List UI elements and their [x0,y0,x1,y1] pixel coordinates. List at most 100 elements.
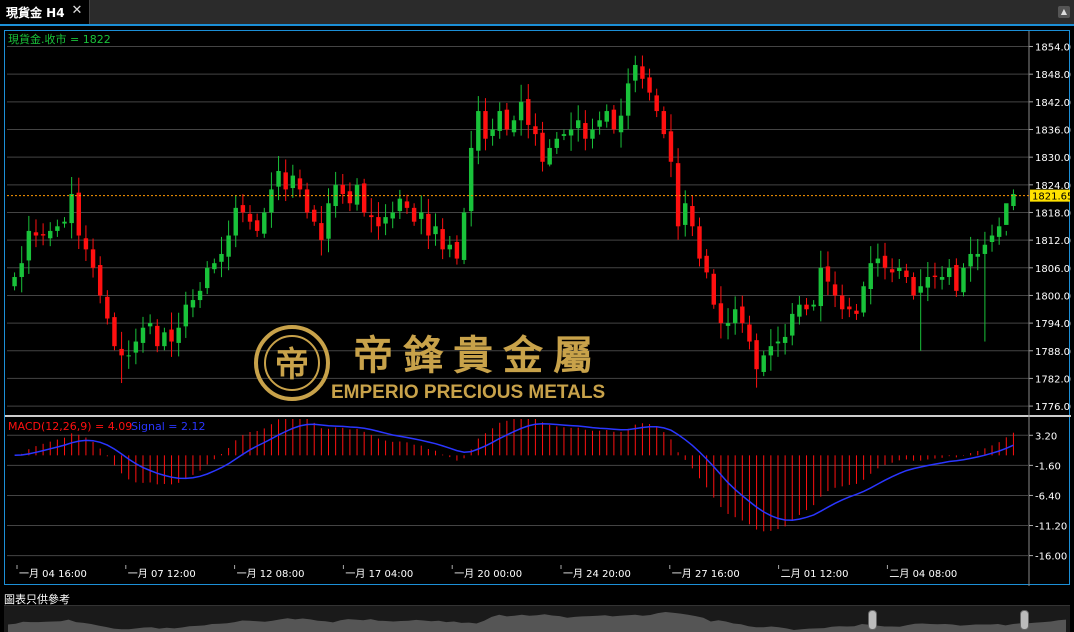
time-tick-label: 二月 01 12:00 [781,568,849,580]
candle-bull [219,253,224,262]
time-tick-label: 一月 20 00:00 [454,568,522,580]
candle-bull [811,304,816,307]
candle-bull [140,327,146,343]
candle-bear [483,111,488,139]
candle-bull [547,147,552,165]
price-legend: 現貨金.收市 = 1822 [8,32,111,46]
candle-bull [732,309,738,324]
candle-bull [625,83,631,116]
close-icon[interactable]: ✕ [69,3,85,19]
candle-bull [982,244,988,254]
time-tick-label: 一月 27 16:00 [672,568,740,580]
candle-bull [683,203,688,225]
candle-bear [297,178,303,190]
candle-bear [911,277,916,296]
price-tick-label: 1794.00 [1035,319,1071,330]
candle-bull [204,267,210,289]
candle-bear [675,163,681,227]
candle-bull [761,355,766,372]
candle-bull [576,120,581,129]
candle-bull [597,120,602,127]
candle-bear [155,325,160,347]
candle-bull [397,198,403,212]
candle-bear [854,310,859,314]
candle-bull [461,212,467,260]
candle-bear [304,189,310,213]
candle-bear [376,217,381,227]
candle-bull [782,336,788,343]
candle-bull [183,304,189,327]
candle-bull [19,263,24,278]
candle-bear [361,183,367,213]
candle-bear [426,213,431,236]
navigator-scrollbar[interactable] [4,605,1070,632]
navigator-right-handle[interactable] [1020,610,1029,630]
candle-bear [904,270,909,278]
candle-bear [661,111,667,135]
time-tick-label: 二月 04 08:00 [889,568,957,580]
candle-bear [668,131,674,162]
price-tick-label: 1800.00 [1035,291,1071,302]
candle-bull [176,327,181,343]
candle-bull [269,189,274,213]
tab-title: 現貨金 H4 [6,5,65,20]
candle-bear [526,99,531,125]
candle-bull [511,120,517,133]
candle-bull [383,217,388,224]
candle-bull [290,175,296,189]
candle-bear [247,213,253,222]
price-tick-label: 1830.00 [1035,153,1071,164]
candle-bull [790,313,795,336]
candle-bear [340,184,345,195]
candle-bear [640,66,645,79]
price-tick-label: 1818.00 [1035,208,1071,219]
candle-bull [133,341,139,353]
candle-bull [975,253,980,257]
candle-bull [419,212,424,219]
candle-bull [147,323,153,327]
candle-bull [490,129,495,136]
candle-bull [226,235,231,257]
candle-bull [996,226,1002,237]
candle-bear [83,238,89,250]
macd-legend: MACD(12,26,9) = 4.09 [8,420,132,433]
watermark-chinese: 帝鋒貴金屬 [353,332,603,379]
signal-legend: Signal = 2.12 [131,420,206,433]
candle-bull [233,207,238,236]
candle-bull [618,115,624,133]
candle-bear [647,77,652,93]
candle-bull [212,263,217,270]
candle-bear [504,109,510,130]
price-tick-label: 1848.00 [1035,70,1071,81]
candle-bear [825,266,831,282]
time-tick-label: 一月 04 16:00 [19,568,87,580]
candle-bull [1004,203,1009,225]
tab-bar: 現貨金 H4 ✕ ▲ [0,0,1074,26]
macd-tick-label: -11.20 [1035,522,1067,533]
navigator-preview [8,612,1066,632]
candle-bull [497,111,502,131]
scroll-up-icon[interactable]: ▲ [1058,6,1070,18]
candle-bull [561,134,567,136]
candle-bear [312,209,317,222]
price-tick-label: 1854.00 [1035,43,1071,54]
candle-bull [818,267,824,307]
candle-bear [954,265,959,291]
candle-bull [12,277,17,287]
candle-bear [112,317,117,347]
tab-chart[interactable]: 現貨金 H4 ✕ [0,0,90,24]
price-tick-label: 1806.00 [1035,264,1071,275]
macd-tick-label: 3.20 [1035,431,1057,442]
candle-bear [404,201,410,208]
macd-tick-label: -16.00 [1035,552,1067,563]
chart-frame[interactable]: 1854.001848.001842.001836.001830.001824.… [4,30,1071,586]
candle-bear [611,109,617,130]
candle-bull [989,235,995,242]
candle-bear [932,275,938,278]
candle-bull [190,300,196,308]
navigator-left-handle[interactable] [868,610,877,630]
candle-bear [169,329,174,342]
candle-bull [861,286,866,313]
candle-bull [62,221,67,224]
candle-bear [533,126,538,135]
